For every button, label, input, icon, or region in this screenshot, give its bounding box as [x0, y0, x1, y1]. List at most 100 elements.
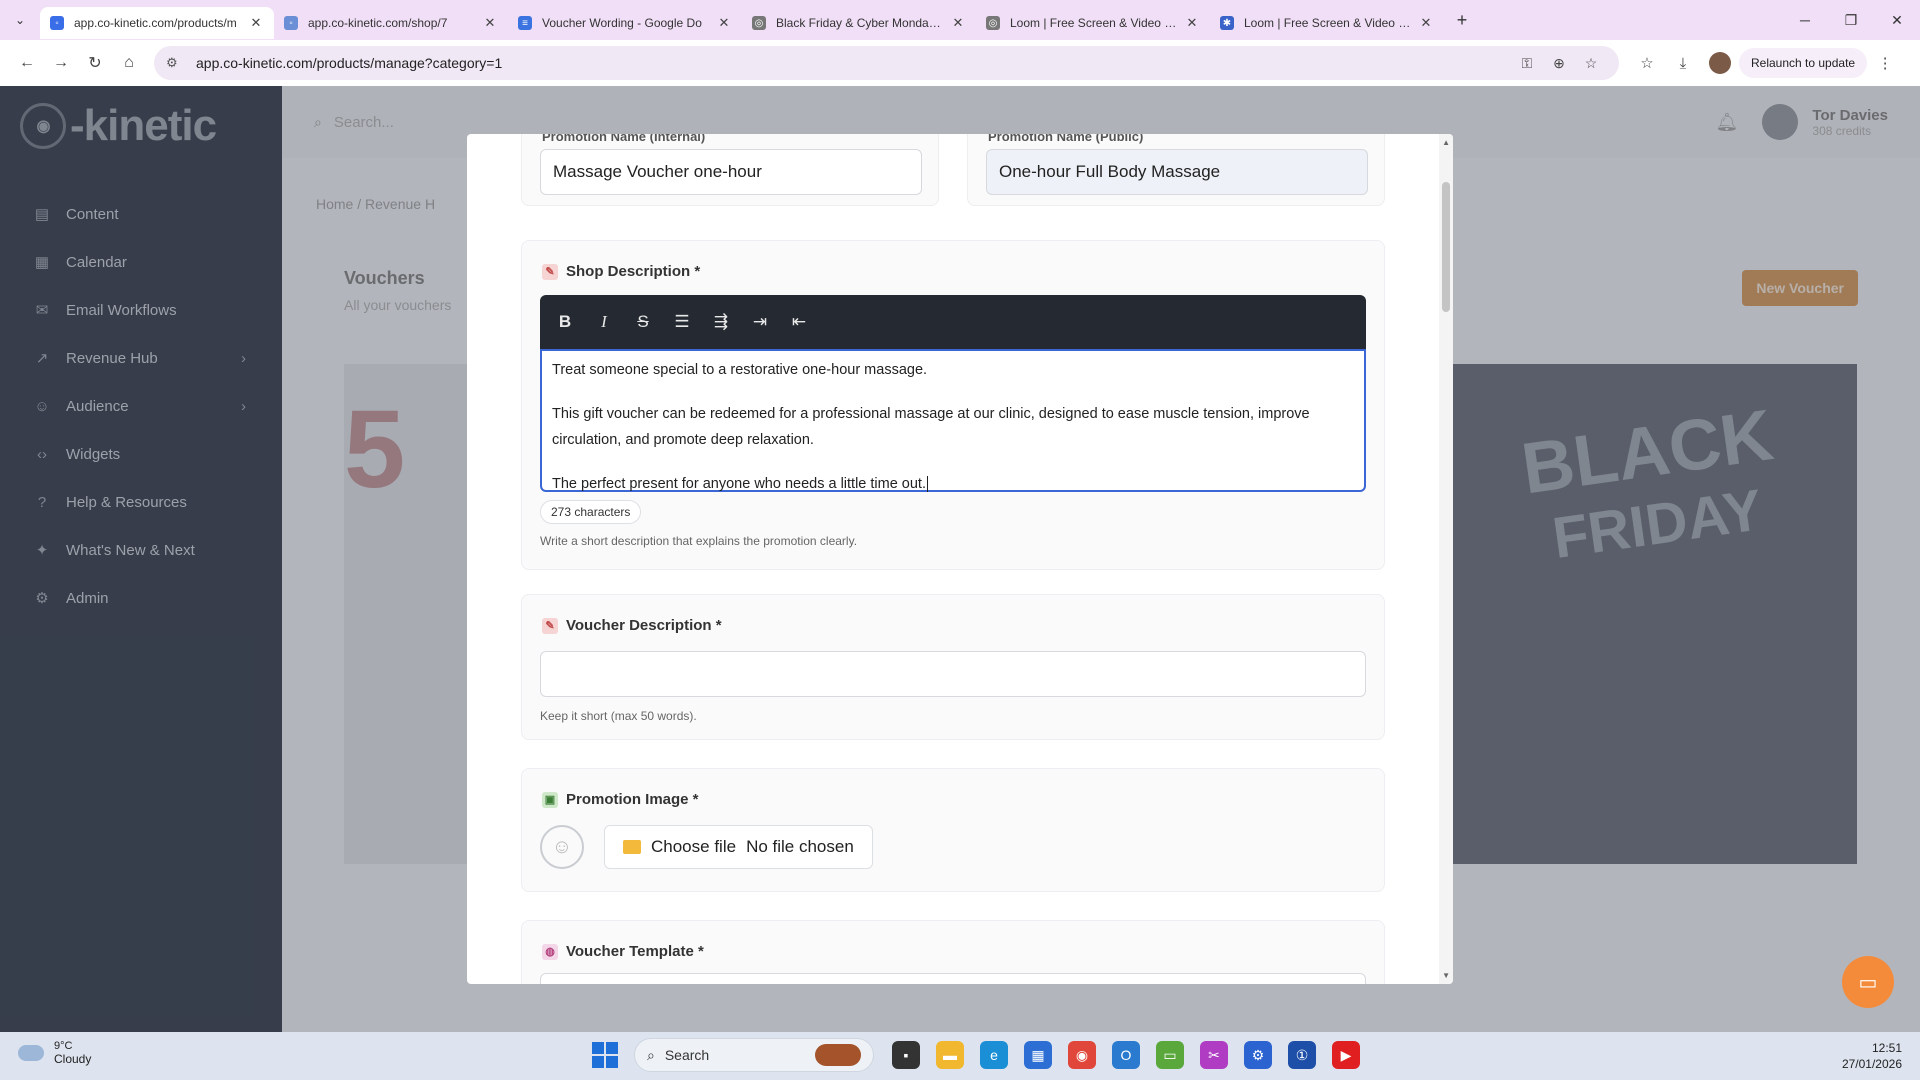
browser-tab[interactable]: ✱ Loom | Free Screen & Video Re ✕	[1210, 7, 1444, 39]
italic-icon[interactable]: I	[591, 312, 617, 332]
browser-tab[interactable]: ≡ Voucher Wording - Google Do ✕	[508, 7, 742, 39]
voucher-template-title: Voucher Template *	[566, 943, 704, 960]
internal-name-input[interactable]: Massage Voucher one-hour	[540, 149, 922, 195]
outdent-icon[interactable]: ⇤	[786, 312, 812, 332]
weather-widget[interactable]: 9°C Cloudy	[18, 1040, 91, 1066]
relaunch-button[interactable]: Relaunch to update	[1739, 48, 1868, 78]
google-docs-icon: ≡	[518, 16, 532, 30]
scroll-down-icon[interactable]: ▼	[1442, 971, 1450, 980]
address-bar[interactable]: ⚙ app.co-kinetic.com/products/manage?cat…	[154, 46, 1619, 80]
indent-icon[interactable]: ⇥	[747, 312, 773, 332]
restore-icon[interactable]: ❐	[1828, 12, 1874, 29]
no-file-label: No file chosen	[746, 837, 854, 856]
tab-title: app.co-kinetic.com/products/m	[74, 16, 237, 30]
zoom-icon[interactable]: ⊕	[1543, 55, 1575, 72]
task-view-icon[interactable]: ▪	[892, 1041, 920, 1069]
memo-icon: ✎	[542, 263, 558, 280]
os-taskbar: 9°C Cloudy ⌕ Search ▪ ▬ e ▦ ◉ O ▭ ✂ ⚙ ① …	[0, 1032, 1920, 1080]
editor-paragraph: The perfect present for anyone who needs…	[552, 476, 926, 492]
favicon-icon: ◦	[50, 16, 64, 30]
clock-time: 12:51	[1871, 1041, 1902, 1055]
palette-icon: ◍	[542, 943, 558, 960]
bold-icon[interactable]: B	[552, 312, 578, 332]
back-icon[interactable]: ←	[10, 54, 44, 72]
tab-title: Loom | Free Screen & Video Re	[1244, 16, 1412, 30]
download-icon[interactable]: ⤓	[1665, 55, 1701, 72]
new-tab-icon[interactable]: +	[1448, 10, 1476, 31]
bullet-list-icon[interactable]: ☰	[669, 312, 695, 332]
home-icon[interactable]: ⌂	[112, 54, 146, 72]
temperature: 9°C	[54, 1040, 73, 1052]
shop-description-hint: Write a short description that explains …	[540, 534, 858, 548]
search-icon: ⌕	[647, 1046, 655, 1063]
browser-tab[interactable]: ◎ Loom | Free Screen & Video Re ✕	[976, 7, 1210, 39]
edge-icon[interactable]: e	[980, 1041, 1008, 1069]
cloud-icon	[18, 1045, 44, 1061]
tab-title: Voucher Wording - Google Do	[542, 16, 702, 30]
internal-name-card: Promotion Name (Internal) Massage Vouche…	[521, 134, 939, 206]
file-explorer-icon[interactable]: ▬	[936, 1041, 964, 1069]
forward-icon[interactable]: →	[44, 54, 78, 72]
browser-tab[interactable]: ◦ app.co-kinetic.com/products/m ✕	[40, 7, 274, 39]
voucher-description-input[interactable]	[540, 651, 1366, 697]
tab-title: Black Friday & Cyber Monday V	[776, 16, 944, 30]
password-manager-icon[interactable]: ①	[1288, 1041, 1316, 1069]
taskbar-search[interactable]: ⌕ Search	[634, 1038, 874, 1072]
close-tab-icon[interactable]: ✕	[482, 15, 498, 31]
browser-tab[interactable]: ◎ Black Friday & Cyber Monday V ✕	[742, 7, 976, 39]
site-info-icon[interactable]: ⚙	[166, 55, 184, 71]
windows-start-icon[interactable]	[592, 1042, 618, 1068]
password-key-icon[interactable]: ⚿	[1511, 55, 1543, 72]
modal-scrollbar[interactable]: ▲ ▼	[1439, 134, 1453, 984]
chat-widget-icon[interactable]: ▭	[1842, 956, 1894, 1008]
text-caret	[927, 476, 928, 493]
close-window-icon[interactable]: ✕	[1874, 12, 1920, 29]
browser-tab[interactable]: ◦ app.co-kinetic.com/shop/7 ✕	[274, 7, 508, 39]
minimize-icon[interactable]: ─	[1782, 12, 1828, 29]
snipping-tool-icon[interactable]: ✂	[1200, 1041, 1228, 1069]
choose-file-button[interactable]: Choose file No file chosen	[604, 825, 873, 869]
voucher-template-section: ◍ Voucher Template *	[521, 920, 1385, 984]
loom-icon: ✱	[1220, 16, 1234, 30]
strikethrough-icon[interactable]: S	[630, 312, 656, 332]
reload-icon[interactable]: ↻	[78, 53, 112, 73]
browser-tab-bar: ⌄ ◦ app.co-kinetic.com/products/m ✕ ◦ ap…	[0, 0, 1920, 40]
store-icon[interactable]: ▦	[1024, 1041, 1052, 1069]
close-tab-icon[interactable]: ✕	[248, 15, 264, 31]
chrome-icon[interactable]: ◉	[1068, 1041, 1096, 1069]
youtube-icon[interactable]: ▶	[1332, 1041, 1360, 1069]
close-tab-icon[interactable]: ✕	[716, 15, 732, 31]
internal-name-label: Promotion Name (Internal)	[542, 134, 706, 144]
close-tab-icon[interactable]: ✕	[1184, 15, 1200, 31]
system-clock[interactable]: 12:51 27/01/2026	[1842, 1040, 1902, 1072]
picture-icon: ▣	[542, 791, 558, 808]
promotion-image-title: Promotion Image *	[566, 791, 699, 808]
bookmarks-icon[interactable]: ☆	[1629, 54, 1665, 72]
scroll-up-icon[interactable]: ▲	[1442, 138, 1450, 147]
folder-icon	[623, 840, 641, 854]
voucher-description-section: ✎ Voucher Description * Keep it short (m…	[521, 594, 1385, 740]
close-tab-icon[interactable]: ✕	[950, 15, 966, 31]
profile-avatar[interactable]	[1709, 52, 1731, 74]
editor-toolbar: B I S ☰ ⇶ ⇥ ⇤	[540, 295, 1366, 349]
close-tab-icon[interactable]: ✕	[1418, 15, 1434, 31]
voucher-template-select[interactable]	[540, 973, 1366, 984]
promotion-image-section: ▣ Promotion Image * ☺ Choose file No fil…	[521, 768, 1385, 892]
tab-search-icon[interactable]: ⌄	[0, 13, 40, 27]
shop-description-editor[interactable]: Treat someone special to a restorative o…	[540, 349, 1366, 493]
chat-app-icon[interactable]: ▭	[1156, 1041, 1184, 1069]
voucher-modal: Promotion Name (Internal) Massage Vouche…	[467, 134, 1453, 984]
outlook-icon[interactable]: O	[1112, 1041, 1140, 1069]
search-highlight-image	[815, 1044, 861, 1066]
scroll-thumb[interactable]	[1442, 182, 1450, 312]
globe-icon: ◎	[986, 16, 1000, 30]
more-menu-icon[interactable]: ⋮	[1867, 54, 1903, 72]
editor-paragraph: This gift voucher can be redeemed for a …	[552, 406, 1310, 448]
bookmark-star-icon[interactable]: ☆	[1575, 55, 1607, 72]
settings-icon[interactable]: ⚙	[1244, 1041, 1272, 1069]
image-placeholder-icon: ☺	[540, 825, 584, 869]
voucher-description-title: Voucher Description *	[566, 617, 722, 634]
favicon-icon: ◦	[284, 16, 298, 30]
public-name-input[interactable]: One-hour Full Body Massage	[986, 149, 1368, 195]
ordered-list-icon[interactable]: ⇶	[708, 312, 734, 332]
